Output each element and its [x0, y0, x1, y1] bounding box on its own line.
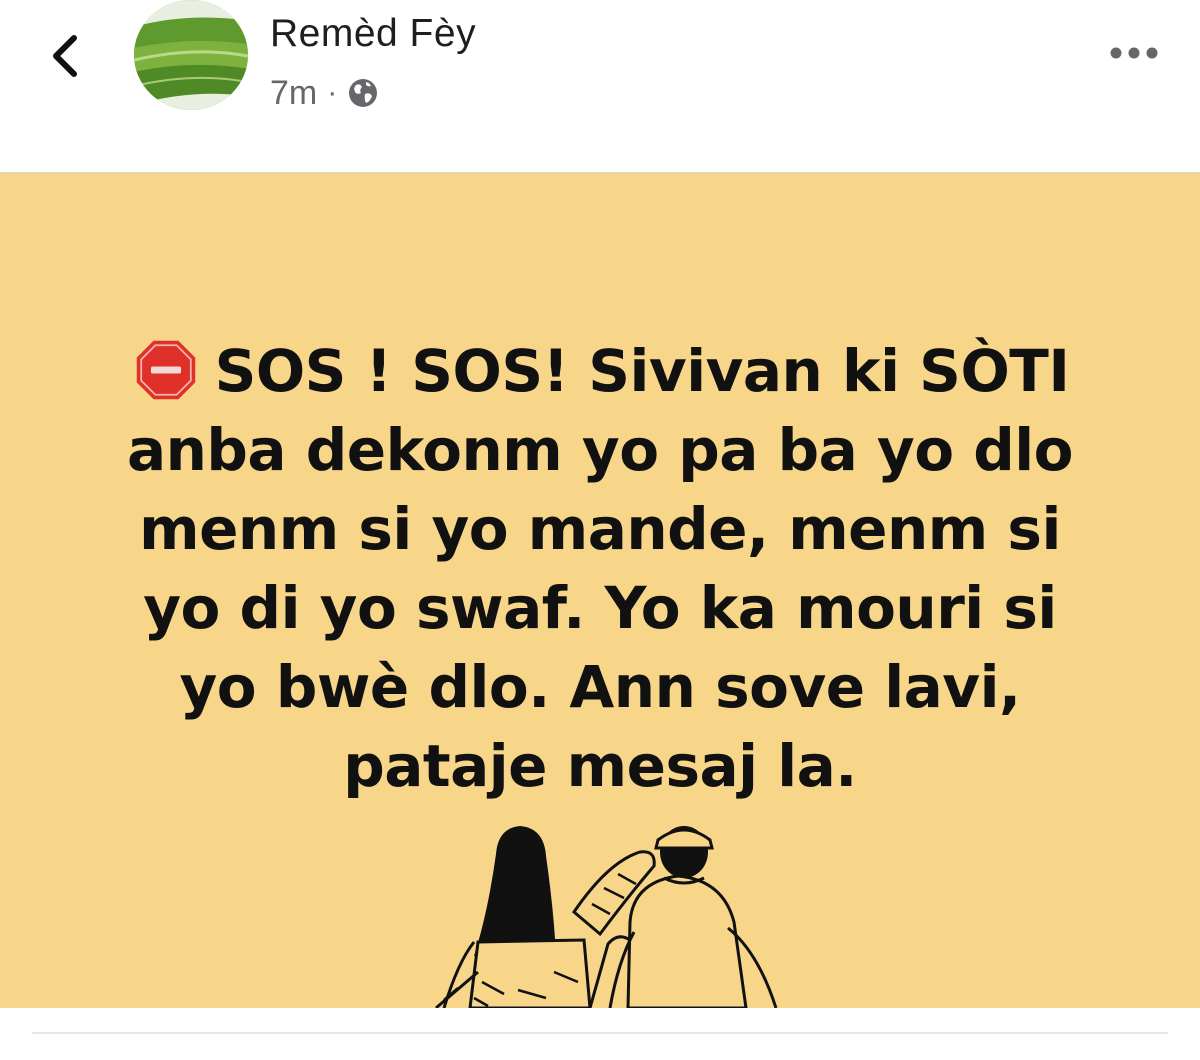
avatar[interactable]	[134, 0, 248, 110]
post-line-5: yo bwè dlo. Ann sove lavi,	[179, 653, 1021, 721]
globe-icon	[349, 79, 378, 107]
post-meta: 7m ·	[270, 72, 379, 114]
post-line-6: pataje mesaj la.	[343, 732, 857, 800]
meta-separator: ·	[327, 76, 338, 109]
stop-sign-icon	[136, 340, 195, 400]
page-name[interactable]: Remèd Fèy	[270, 12, 476, 56]
post-line-2: anba dekonm yo pa ba yo dlo	[126, 416, 1074, 484]
post-header: Remèd Fèy 7m ·	[0, 0, 1200, 172]
more-horizontal-icon	[1110, 47, 1158, 59]
post-content[interactable]: SOS ! SOS! Sivivan ki SÒTI anba dekonm y…	[0, 172, 1200, 1008]
divider	[32, 1032, 1168, 1034]
people-illustration	[435, 826, 778, 1008]
more-options-button[interactable]	[1108, 38, 1160, 68]
back-button[interactable]	[40, 28, 92, 84]
chevron-left-icon	[53, 35, 77, 77]
aloe-leaf-image	[134, 0, 248, 110]
post-line-1: SOS ! SOS! Sivivan ki SÒTI	[214, 337, 1070, 405]
post-line-4: yo di yo swaf. Yo ka mouri si	[143, 574, 1057, 642]
post-line-3: menm si yo mande, menm si	[139, 495, 1061, 563]
post-text: SOS ! SOS! Sivivan ki SÒTI anba dekonm y…	[60, 332, 1140, 806]
timestamp[interactable]: 7m	[270, 74, 317, 113]
